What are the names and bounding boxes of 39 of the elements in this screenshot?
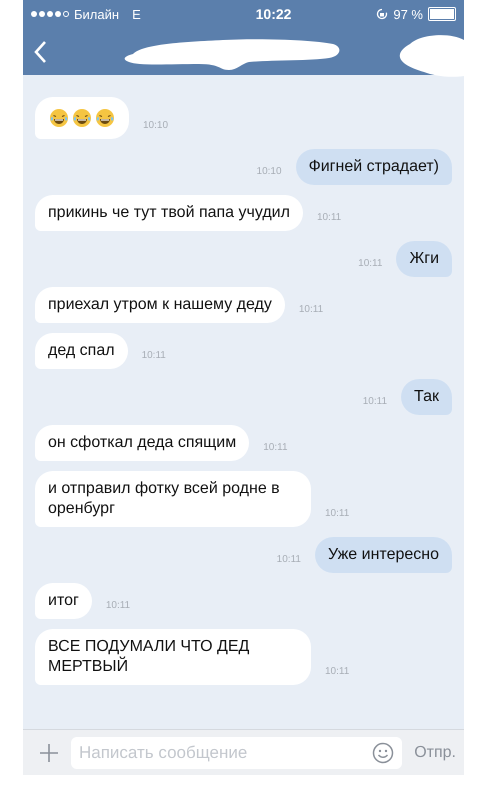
received-message: и отправил фотку всей родне в оренбург (35, 471, 311, 527)
send-button[interactable]: Отпр. (414, 744, 456, 762)
received-message: ВСЕ ПОДУМАЛИ ЧТО ДЕД МЕРТВЫЙ (35, 629, 311, 685)
received-message: приехал утром к нашему деду (35, 287, 285, 323)
network-type: E (132, 6, 141, 22)
rotation-lock-icon (376, 8, 388, 20)
sent-message: Жги (396, 241, 452, 277)
battery-percent: 97 % (393, 6, 423, 22)
message-time: 10:11 (325, 508, 350, 521)
laughing-emoji-icon (95, 108, 115, 128)
message-time: 10:11 (325, 666, 350, 679)
message-time: 10:10 (143, 120, 168, 133)
message-time: 10:11 (362, 396, 388, 409)
clock-time: 10:22 (254, 6, 292, 22)
signal-icon (31, 11, 69, 17)
battery-icon (428, 7, 456, 21)
received-message: он сфоткал деда спящим (35, 425, 250, 461)
sent-message: Фигней страдает) (296, 149, 452, 185)
message-time: 10:11 (106, 600, 130, 613)
carrier-name: Билайн (74, 6, 120, 22)
message-time: 10:11 (276, 554, 301, 567)
sent-message: Уже интересно (314, 537, 452, 573)
laughing-emoji-icon (72, 108, 92, 128)
redaction-mark (398, 32, 464, 78)
laughing-emoji-icon (49, 108, 69, 128)
message-time: 10:11 (263, 442, 288, 455)
message-time: 10:11 (316, 212, 342, 225)
received-message: дед спал (35, 333, 128, 369)
smiley-icon[interactable] (372, 742, 394, 764)
sent-message: Так (401, 379, 452, 415)
message-time: 10:11 (298, 304, 324, 317)
message-input[interactable]: Написать сообщение (71, 736, 402, 768)
plus-icon[interactable] (39, 742, 59, 762)
received-message: прикинь че тут твой папа учудил (35, 195, 303, 231)
message-time: 10:10 (256, 166, 282, 179)
message-time: 10:11 (142, 350, 166, 363)
message-time: 10:11 (358, 258, 382, 271)
received-message: итог (35, 583, 92, 619)
back-icon[interactable] (33, 40, 47, 64)
